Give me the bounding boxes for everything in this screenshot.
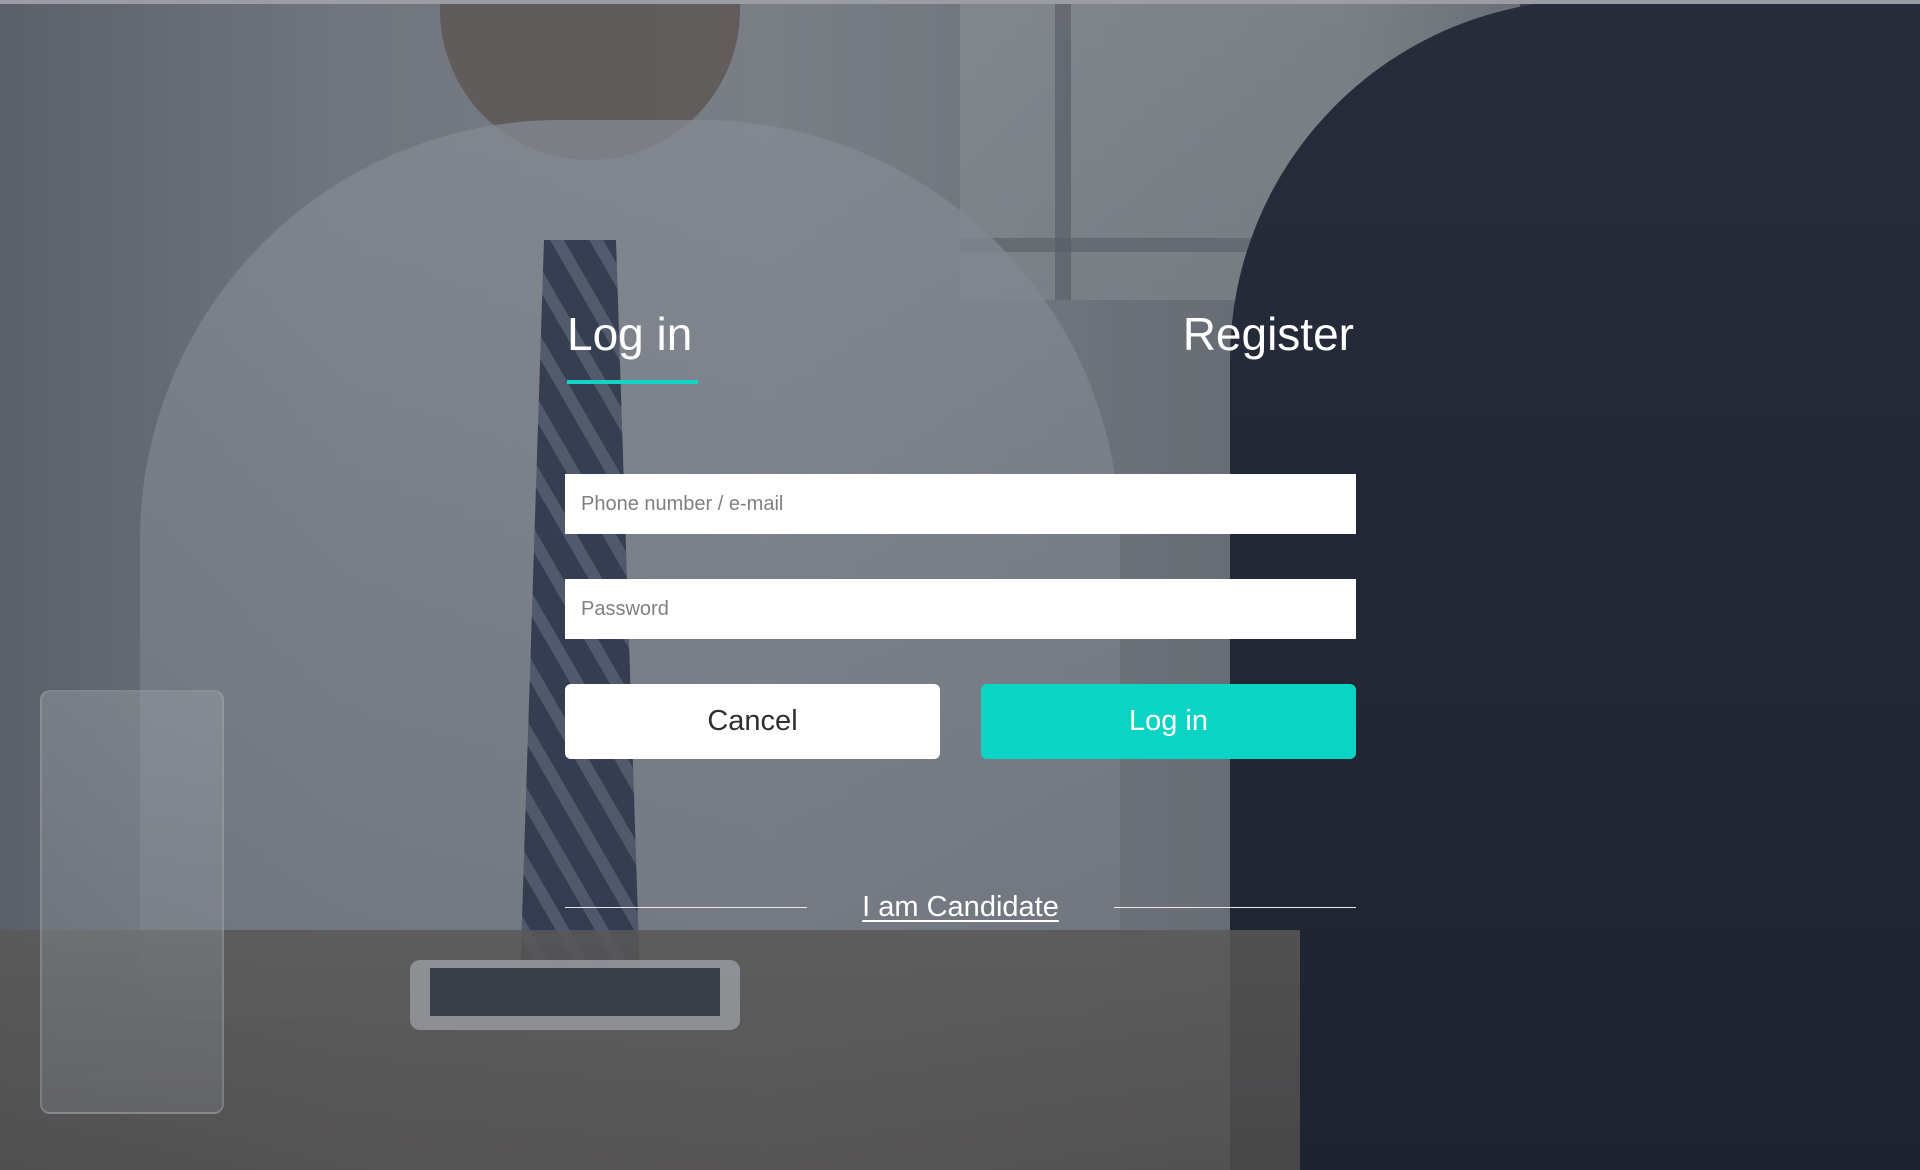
login-button[interactable]: Log in bbox=[981, 684, 1356, 759]
tab-register[interactable]: Register bbox=[1183, 300, 1354, 368]
divider-right bbox=[1114, 907, 1356, 908]
login-page: Log in Register Cancel Log in I am Candi… bbox=[0, 0, 1920, 1170]
cancel-button[interactable]: Cancel bbox=[565, 684, 940, 759]
auth-tabs: Log in Register bbox=[565, 300, 1356, 390]
tab-login[interactable]: Log in bbox=[567, 300, 692, 368]
phone-email-input[interactable] bbox=[565, 474, 1356, 534]
login-panel: Log in Register Cancel Log in I am Candi… bbox=[565, 300, 1356, 923]
password-input[interactable] bbox=[565, 579, 1356, 639]
active-tab-indicator bbox=[567, 380, 698, 384]
top-border bbox=[0, 0, 1920, 4]
